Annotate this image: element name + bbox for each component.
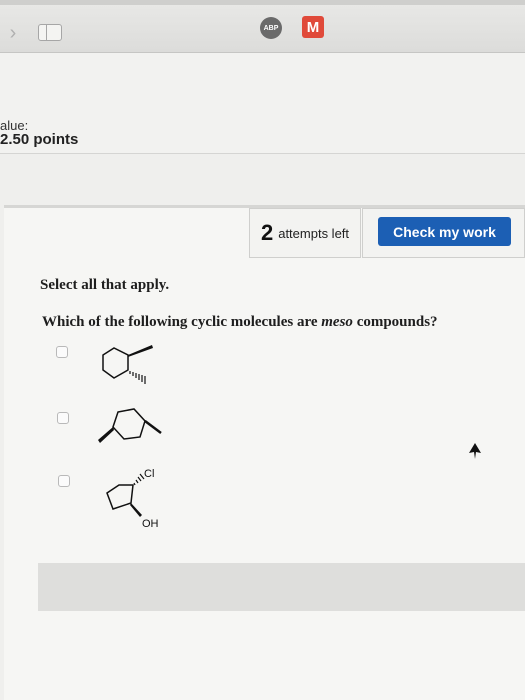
option-2-checkbox[interactable]: [57, 412, 69, 424]
footer-navigation-bar: [38, 563, 525, 611]
option-1-checkbox[interactable]: [56, 346, 68, 358]
option-3-checkbox[interactable]: [58, 475, 70, 487]
check-my-work-button[interactable]: Check my work: [378, 217, 511, 246]
mouse-cursor-icon: [469, 443, 481, 464]
hydroxyl-label: OH: [142, 518, 159, 530]
prompt-suffix: compounds?: [352, 314, 438, 330]
option-3-structure[interactable]: Cl OH: [95, 465, 175, 535]
cyclohexane-structure-2: [98, 408, 162, 443]
option-2-structure[interactable]: [95, 405, 175, 465]
points-value: 2.50 points: [0, 131, 79, 148]
sidebar-toggle-icon[interactable]: [38, 24, 62, 41]
instructions-text: Select all that apply.: [40, 277, 170, 293]
prompt-prefix: Which of the following cyclic molecules …: [42, 314, 322, 330]
option-1-structure[interactable]: [88, 338, 168, 398]
question-prompt: Which of the following cyclic molecules …: [42, 314, 438, 331]
attempts-count: 2: [260, 220, 274, 245]
attempts-indicator: 2 attempts left: [249, 208, 361, 258]
attempts-text: attempts left: [278, 225, 350, 241]
window-edge: [0, 0, 525, 5]
cyclopentane-structure: Cl OH: [106, 468, 159, 530]
cyclohexane-structure-1: [102, 345, 153, 384]
chlorine-label: Cl: [144, 468, 154, 480]
prompt-emphasis: meso: [321, 314, 353, 330]
forward-button[interactable]: ›: [0, 22, 26, 44]
gmail-extension-icon[interactable]: M: [302, 16, 324, 38]
assignment-header: [0, 53, 525, 154]
browser-toolbar: › ABP M: [0, 0, 525, 53]
adblock-extension-icon[interactable]: ABP: [260, 17, 282, 39]
